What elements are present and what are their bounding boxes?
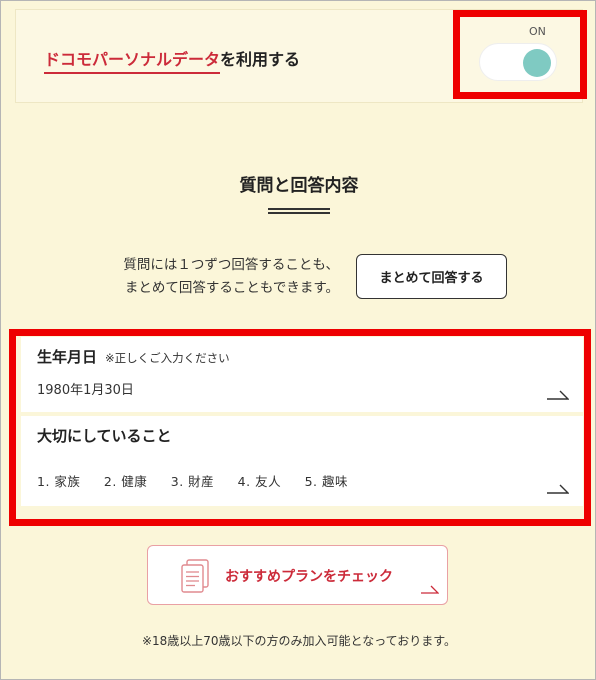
bulk-answer-button[interactable]: まとめて回答する [356, 254, 507, 299]
title-double-underline [268, 208, 330, 214]
page-frame: ドコモパーソナルデータを利用する ON 質問と回答内容 質問には１つずつ回答する… [0, 0, 596, 680]
description-line-1: 質問には１つずつ回答することも、 [123, 257, 339, 273]
consent-label: ドコモパーソナルデータを利用する [44, 46, 301, 74]
document-stack-icon [181, 559, 209, 593]
arrow-right-icon [421, 585, 439, 594]
check-recommended-plan-button[interactable]: おすすめプランをチェック [147, 545, 448, 605]
answers-highlight-box [9, 329, 591, 526]
age-eligibility-note: ※18歳以上70歳以下の方のみ加入可能となっております。 [141, 634, 457, 648]
description-line-2: まとめて回答することもできます。 [124, 280, 339, 296]
recommend-button-label: おすすめプランをチェック [225, 569, 393, 585]
consent-suffix: を利用する [220, 50, 301, 69]
section-description: 質問には１つずつ回答することも、 まとめて回答することもできます。 [1, 254, 339, 300]
section-title: 質問と回答内容 [239, 176, 359, 196]
toggle-highlight-box [453, 10, 587, 99]
docomo-personal-data-link[interactable]: ドコモパーソナルデータ [44, 50, 221, 74]
